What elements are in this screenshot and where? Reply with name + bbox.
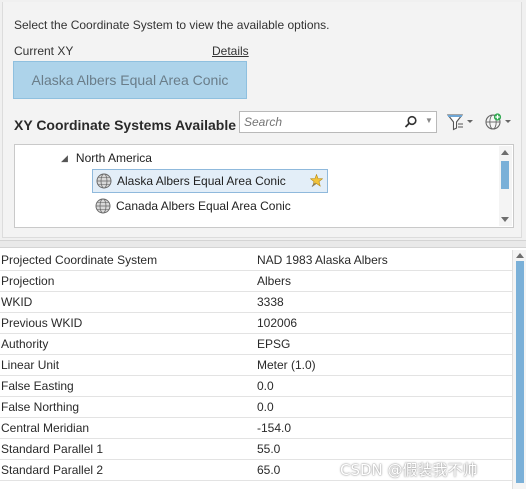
table-row: Previous WKID 102006 [0,313,512,334]
table-row: Projected Coordinate System NAD 1983 Ala… [0,250,512,271]
scroll-up-arrow-icon[interactable] [516,253,524,258]
coordinate-system-panel-body: Select the Coordinate System to view the… [2,2,522,238]
property-name: Central Meridian [1,421,90,435]
search-icon[interactable] [404,115,418,129]
tree-scrollbar[interactable] [499,146,512,226]
coordinate-system-panel: Select the Coordinate System to view the… [0,0,526,240]
table-row: Projection Albers [0,271,512,292]
property-name: Projection [1,274,55,288]
table-row: Authority EPSG [0,334,512,355]
pin-star-icon[interactable] [310,174,323,187]
search-input[interactable] [244,114,394,130]
property-name: Authority [1,337,49,351]
property-value: 102006 [257,316,298,330]
property-name: False Easting [1,379,74,393]
scrollbar-thumb[interactable] [501,161,509,189]
tree-item-alaska-albers[interactable]: Alaska Albers Equal Area Conic [92,169,328,193]
tree-group-label: North America [75,151,152,165]
details-link[interactable]: Details [212,44,249,58]
search-field[interactable]: ▼ [239,111,437,133]
filter-icon[interactable] [446,112,474,132]
table-row: WKID 3338 [0,292,512,313]
property-name: Linear Unit [1,358,60,372]
globe-icon [96,173,112,189]
watermark: CSDN @假装我不帅 [340,461,478,479]
current-xy-label: Current XY [14,44,74,58]
properties-table: Projected Coordinate System NAD 1983 Ala… [0,250,512,489]
table-row: False Easting 0.0 [0,376,512,397]
table-row: False Northing 0.0 [0,397,512,418]
property-value: NAD 1983 Alaska Albers [257,253,388,267]
property-value: 3338 [257,295,284,309]
property-value: 65.0 [257,463,281,477]
table-row: Linear Unit Meter (1.0) [0,355,512,376]
available-systems-title: XY Coordinate Systems Available [14,117,237,133]
properties-scrollbar[interactable] [512,250,526,489]
globe-icon [95,198,111,214]
instruction-text: Select the Coordinate System to view the… [14,18,330,32]
panel-splitter[interactable] [0,240,526,248]
property-value: 0.0 [257,379,274,393]
property-value: Meter (1.0) [257,358,316,372]
table-row: Central Meridian -154.0 [0,418,512,439]
property-name: WKID [1,295,33,309]
current-xy-value: Alaska Albers Equal Area Conic [13,61,247,99]
property-name: Projected Coordinate System [1,253,158,267]
chevron-down-icon[interactable]: ▼ [425,116,433,125]
property-value: EPSG [257,337,291,351]
property-name: Standard Parallel 1 [1,442,104,456]
property-value: 55.0 [257,442,281,456]
property-value: Albers [257,274,292,288]
tree-item-label: Canada Albers Equal Area Conic [116,199,291,213]
tree-item-canada-albers[interactable]: Canada Albers Equal Area Conic [92,194,328,218]
property-name: Previous WKID [1,316,83,330]
collapse-triangle-icon[interactable]: ◢ [61,153,68,164]
property-name: Standard Parallel 2 [1,463,104,477]
scrollbar-thumb[interactable] [516,261,524,483]
add-coordinate-system-icon[interactable] [482,111,512,133]
scroll-down-arrow-icon[interactable] [501,217,509,222]
table-row: Standard Parallel 1 55.0 [0,439,512,460]
scroll-up-arrow-icon[interactable] [501,150,509,155]
property-value: -154.0 [257,421,292,435]
tree-group-north-america[interactable]: ◢ North America [61,151,152,165]
tree-item-label: Alaska Albers Equal Area Conic [117,174,286,188]
property-value: 0.0 [257,400,274,414]
coordinate-system-tree[interactable]: ◢ North America Alaska Albers Equal Area… [14,144,514,228]
property-name: False Northing [1,400,80,414]
